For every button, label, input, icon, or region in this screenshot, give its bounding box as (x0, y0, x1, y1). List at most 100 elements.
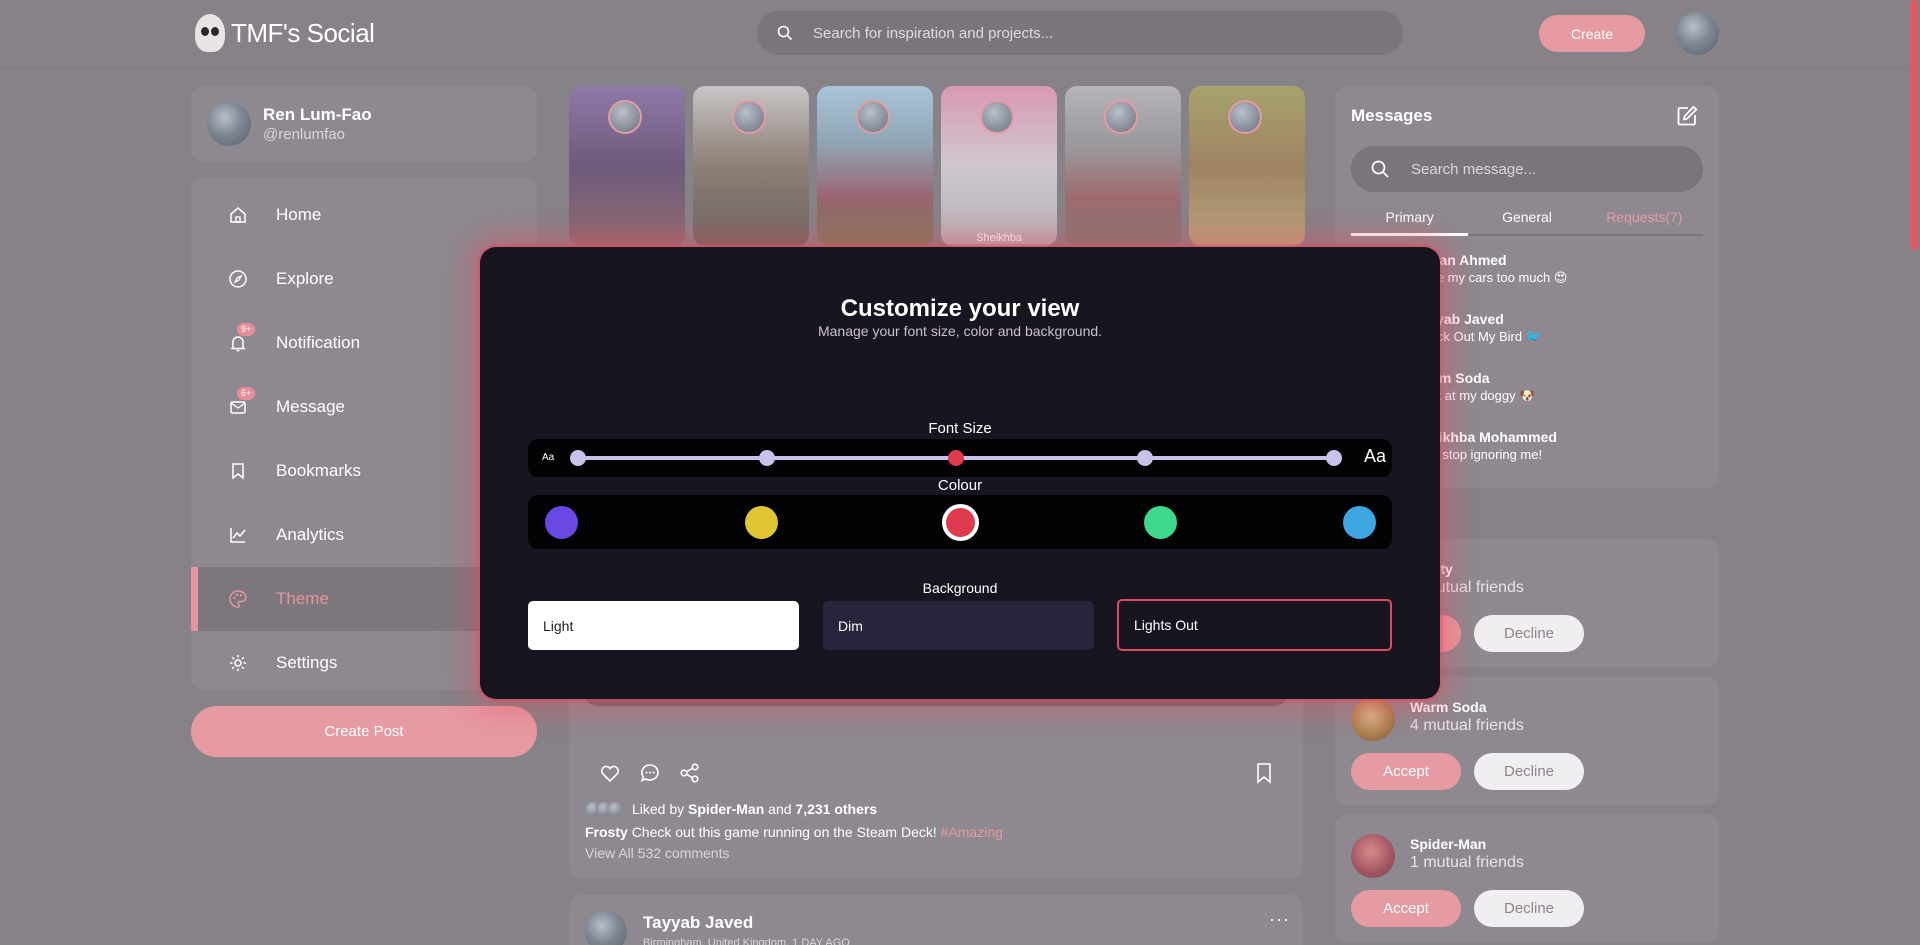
story-name: Sheikhba (976, 232, 1022, 244)
post-location: Birmingham, United Kingdom, 1 DAY AGO (643, 937, 850, 945)
message-search-input[interactable] (1411, 160, 1703, 178)
mutual-friends: 4 mutual friends (1410, 717, 1524, 734)
app-title: TMF's Social (231, 17, 375, 48)
story-avatar (732, 100, 766, 134)
font-size-stop[interactable] (759, 450, 775, 466)
colour-picker (528, 495, 1392, 549)
accept-button[interactable]: Accept (1351, 753, 1461, 790)
avatar[interactable] (585, 911, 627, 945)
background-label: Background (922, 580, 998, 596)
profile-handle: @renlumfao (263, 126, 345, 143)
bookmark-icon (227, 460, 249, 482)
edit-icon[interactable] (1675, 104, 1699, 128)
comment-icon[interactable] (639, 762, 661, 784)
sidebar-item-home[interactable]: Home (191, 183, 537, 247)
avatar[interactable] (1351, 834, 1395, 878)
story-avatar (1228, 100, 1262, 134)
more-icon[interactable]: ··· (1269, 909, 1290, 930)
story-card[interactable] (569, 86, 685, 246)
message-tabs: Primary General Requests(7) (1351, 206, 1703, 236)
create-post-button[interactable]: Create Post (191, 706, 537, 757)
colour-swatch[interactable] (1143, 506, 1177, 539)
font-size-stop[interactable] (1137, 450, 1153, 466)
user-avatar[interactable] (1676, 12, 1719, 55)
colour-swatch[interactable] (744, 506, 778, 539)
story-card[interactable] (1189, 86, 1305, 246)
tab-requests[interactable]: Requests(7) (1586, 206, 1703, 234)
font-size-stop[interactable] (570, 450, 586, 466)
font-size-label: Font Size (928, 420, 992, 437)
compass-icon (227, 268, 249, 290)
caption-text: Check out this game running on the Steam… (631, 824, 937, 840)
post-author[interactable]: Tayyab Javed (643, 913, 753, 933)
background-lights-out-button[interactable]: Lights Out (1117, 599, 1392, 651)
avatar (607, 801, 623, 817)
hashtag-link[interactable]: #Amazing (941, 824, 1003, 840)
notification-badge: 9+ (237, 323, 256, 336)
story-card[interactable] (1065, 86, 1181, 246)
avatar (207, 102, 251, 146)
background-light-button[interactable]: Light (528, 601, 799, 650)
story-card[interactable] (693, 86, 809, 246)
sidebar-item-label: Bookmarks (276, 461, 362, 480)
font-small-label: Aa (542, 452, 555, 463)
search-icon (777, 25, 793, 41)
post-actions (599, 762, 701, 784)
tab-primary[interactable]: Primary (1351, 206, 1469, 236)
messages-title: Messages (1351, 106, 1433, 125)
font-size-stop[interactable] (1326, 450, 1342, 466)
accept-button[interactable]: Accept (1351, 890, 1461, 927)
decline-button[interactable]: Decline (1474, 890, 1584, 927)
colour-swatch[interactable] (1343, 506, 1376, 539)
mail-icon: 6+ (227, 387, 256, 418)
scrollbar-thumb[interactable] (1910, 0, 1918, 250)
sidebar-item-label: Home (276, 205, 322, 224)
sidebar-item-label: Settings (276, 653, 338, 672)
search-input[interactable] (813, 24, 1403, 42)
story-card[interactable]: Sheikhba (941, 86, 1057, 246)
bell-icon: 9+ (227, 323, 256, 354)
request-name[interactable]: Spider-Man (1410, 836, 1486, 852)
heart-icon[interactable] (599, 762, 621, 784)
caption-author: Frosty (585, 824, 628, 840)
story-avatar (608, 100, 642, 134)
background-dim-button[interactable]: Dim (823, 601, 1094, 650)
profile-card[interactable]: Ren Lum-Fao @renlumfao (191, 86, 537, 162)
liked-by-text: Liked by Spider-Man and 7,231 others (632, 801, 878, 817)
top-navbar: TMF's Social Create (0, 0, 1920, 68)
sidebar-item-label: Theme (276, 589, 329, 608)
app-logo[interactable]: TMF's Social (195, 14, 375, 52)
search-icon (1371, 160, 1389, 178)
sidebar-item-label: Explore (276, 269, 334, 288)
request-name[interactable]: Warm Soda (1410, 699, 1487, 715)
font-size-stop[interactable] (948, 450, 964, 466)
sidebar-item-label: Analytics (276, 525, 345, 544)
avatar[interactable] (1351, 697, 1395, 741)
skull-logo-icon (195, 14, 225, 52)
gear-icon (227, 652, 249, 674)
view-comments-link[interactable]: View All 532 comments (585, 845, 729, 861)
feed-post: Tayyab Javed Birmingham, United Kingdom,… (569, 895, 1303, 945)
tab-general[interactable]: General (1468, 206, 1585, 234)
colour-swatch[interactable] (942, 504, 979, 541)
colour-label: Colour (937, 477, 983, 494)
global-search[interactable] (757, 11, 1403, 55)
stories-row: Sheikhba (569, 86, 1305, 246)
post-caption: Frosty Check out this game running on th… (585, 824, 1003, 840)
story-card[interactable] (817, 86, 933, 246)
bookmark-icon[interactable] (1253, 762, 1275, 784)
decline-button[interactable]: Decline (1474, 753, 1584, 790)
create-button[interactable]: Create (1539, 15, 1645, 52)
liked-by: Liked by Spider-Man and 7,231 others (585, 801, 877, 817)
profile-name: Ren Lum-Fao (263, 105, 372, 124)
sidebar-item-label: Notification (276, 333, 361, 352)
share-icon[interactable] (679, 762, 701, 784)
message-search[interactable] (1351, 146, 1703, 192)
decline-button[interactable]: Decline (1474, 615, 1584, 652)
palette-icon (227, 588, 249, 610)
message-badge: 6+ (237, 387, 256, 400)
modal-title: Customize your view (840, 295, 1080, 322)
colour-swatch[interactable] (545, 506, 578, 539)
story-avatar (856, 100, 890, 134)
home-icon (227, 204, 249, 226)
